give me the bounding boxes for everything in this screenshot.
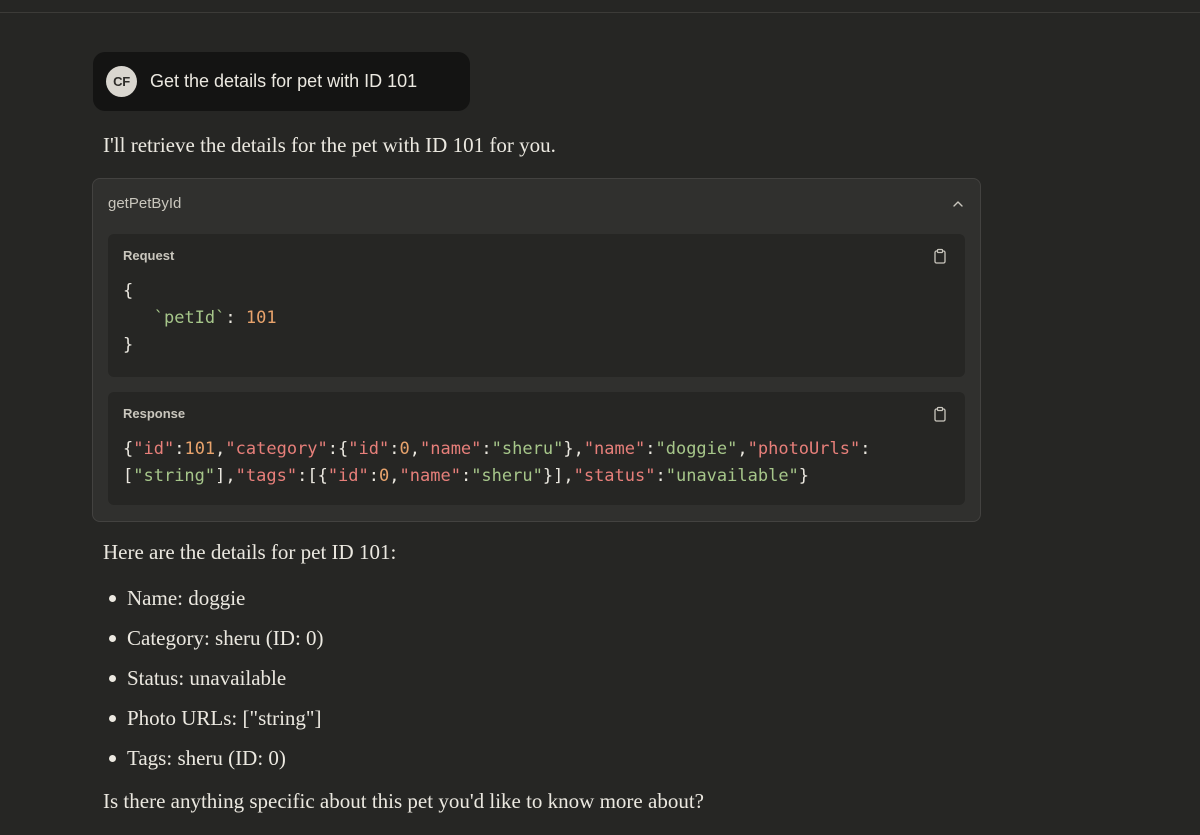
bullet — [109, 715, 116, 722]
json-colon: : — [174, 439, 185, 459]
json-key: "name" — [399, 466, 461, 486]
json-punct: , — [563, 466, 574, 486]
json-key: "id" — [327, 466, 369, 486]
bullet — [109, 675, 116, 682]
chevron-up-icon[interactable] — [952, 198, 964, 210]
json-punct: { — [123, 439, 134, 459]
json-key: "photoUrls" — [747, 439, 861, 459]
json-number: 101 — [184, 439, 216, 459]
json-key: "status" — [573, 466, 656, 486]
json-punct: , — [389, 466, 400, 486]
json-punct: } — [542, 466, 554, 486]
json-string: "sheru" — [471, 466, 543, 486]
json-colon: : — [645, 439, 656, 459]
json-punct: { — [317, 466, 328, 486]
json-colon: : — [297, 466, 308, 486]
json-colon: : — [389, 439, 400, 459]
detail-text: Category: sheru (ID: 0) — [127, 626, 324, 650]
json-punct: , — [573, 439, 584, 459]
json-key: "id" — [133, 439, 175, 459]
pet-details-list: Name: doggie Category: sheru (ID: 0) Sta… — [103, 583, 324, 783]
bullet — [109, 755, 116, 762]
response-line-2: ["string"],"tags":[{"id":0,"name":"sheru… — [123, 463, 870, 490]
json-number: 0 — [399, 439, 410, 459]
json-punct: ] — [553, 466, 564, 486]
user-message-text: Get the details for pet with ID 101 — [150, 71, 418, 91]
detail-text: Photo URLs: ["string"] — [127, 706, 322, 730]
detail-text: Status: unavailable — [127, 666, 287, 690]
json-value: 101 — [245, 308, 277, 328]
json-key: "id" — [348, 439, 390, 459]
json-punct: { — [338, 439, 349, 459]
json-colon: : — [368, 466, 380, 486]
json-punct: [ — [123, 466, 134, 486]
list-item: Photo URLs: ["string"] — [103, 703, 324, 743]
tool-call-card: getPetById Request { `petId`: 101 } Resp… — [92, 178, 981, 522]
avatar[interactable]: CF — [106, 66, 137, 97]
user-message: CF Get the details for pet with ID 101 — [93, 52, 470, 111]
json-colon: : — [481, 439, 492, 459]
json-punct: , — [409, 439, 420, 459]
json-string: "string" — [133, 466, 216, 486]
json-number: 0 — [379, 466, 390, 486]
detail-text: Name: doggie — [127, 586, 246, 610]
json-punct: } — [798, 466, 810, 486]
json-key: "name" — [583, 439, 646, 459]
json-colon: : — [225, 308, 246, 328]
bullet — [109, 635, 116, 642]
json-colon: : — [655, 466, 666, 486]
json-string: "unavailable" — [665, 466, 799, 486]
top-divider — [0, 12, 1200, 13]
json-string: "sheru" — [491, 439, 564, 459]
json-brace: { — [123, 281, 134, 301]
json-key: `petId` — [153, 308, 226, 328]
json-key: "name" — [419, 439, 482, 459]
list-item: Tags: sheru (ID: 0) — [103, 743, 324, 783]
request-panel: Request { `petId`: 101 } — [108, 234, 965, 377]
json-punct: , — [225, 466, 236, 486]
json-punct: [ — [307, 466, 318, 486]
request-code: { `petId`: 101 } — [123, 278, 277, 359]
response-code: {"id":101,"category":{"id":0,"name":"she… — [123, 436, 870, 490]
json-colon: : — [327, 439, 339, 459]
json-punct: } — [563, 439, 574, 459]
list-item: Name: doggie — [103, 583, 324, 623]
json-punct: , — [737, 439, 748, 459]
tool-name[interactable]: getPetById — [108, 195, 181, 212]
json-punct: , — [215, 439, 226, 459]
bullet — [109, 595, 116, 602]
json-colon: : — [860, 439, 871, 459]
json-brace: } — [123, 335, 134, 355]
clipboard-icon[interactable] — [933, 248, 947, 264]
json-punct: ] — [215, 466, 226, 486]
response-line-1: {"id":101,"category":{"id":0,"name":"she… — [123, 436, 870, 463]
response-panel: Response {"id":101,"category":{"id":0,"n… — [108, 392, 965, 505]
json-colon: : — [460, 466, 472, 486]
json-key: "tags" — [235, 466, 298, 486]
clipboard-icon[interactable] — [933, 406, 947, 422]
closing-question: Is there anything specific about this pe… — [103, 789, 704, 813]
detail-text: Tags: sheru (ID: 0) — [127, 746, 286, 770]
list-item: Category: sheru (ID: 0) — [103, 623, 324, 663]
response-label: Response — [123, 406, 186, 421]
summary-text: Here are the details for pet ID 101: — [103, 540, 397, 564]
assistant-intro: I'll retrieve the details for the pet wi… — [103, 133, 556, 157]
list-item: Status: unavailable — [103, 663, 324, 703]
json-key: "category" — [225, 439, 328, 459]
json-string: "doggie" — [655, 439, 738, 459]
request-label: Request — [123, 248, 175, 263]
